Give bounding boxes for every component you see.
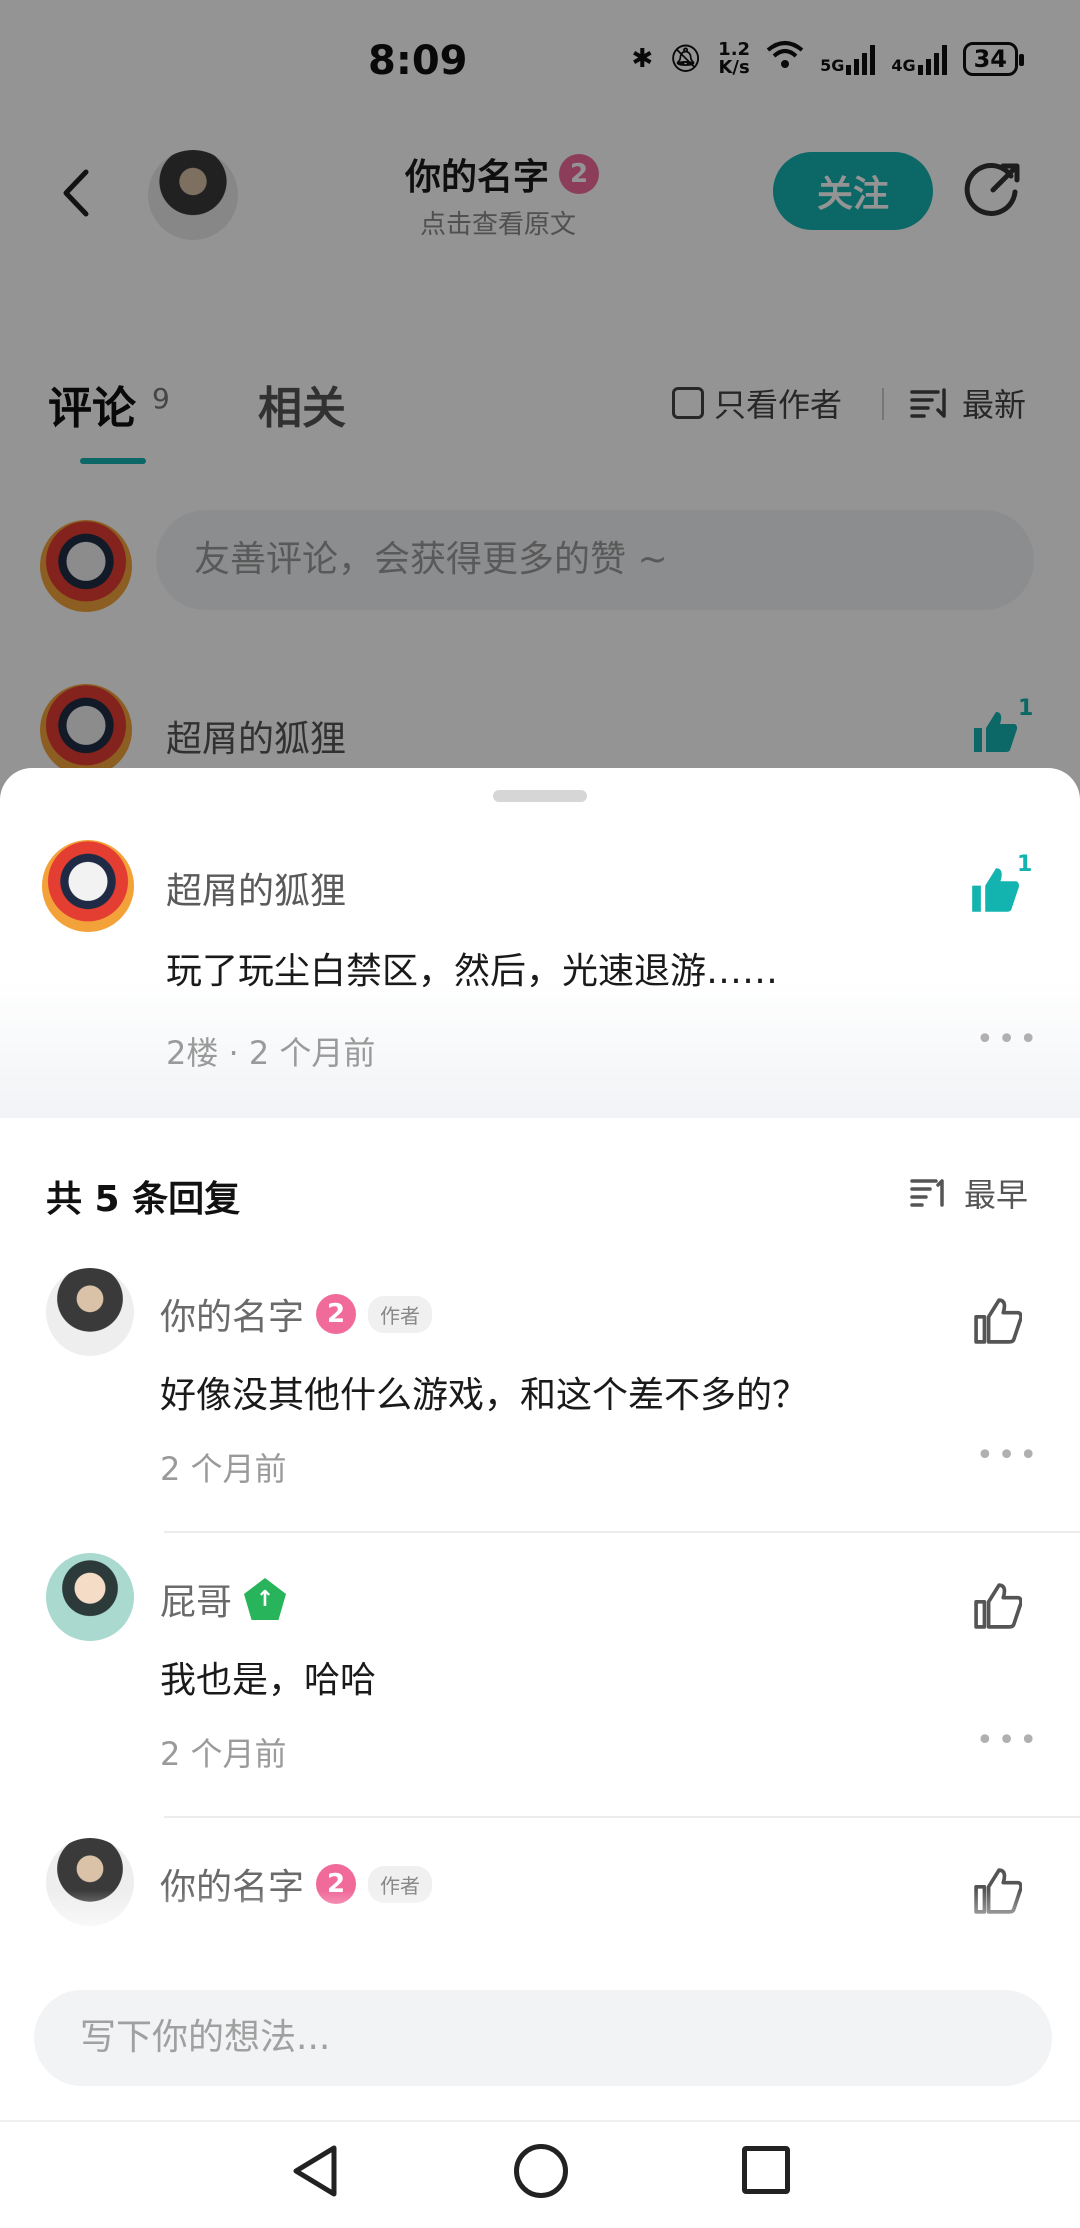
comment-text: 玩了玩尘白禁区，然后，光速退游…… [166, 951, 779, 992]
avatar[interactable] [46, 1553, 134, 1641]
reply-username-text: 你的名字 [160, 1297, 305, 1338]
replies-header: 共 5 条回复 最早 [0, 1118, 1080, 1248]
system-nav-bar [0, 2120, 1080, 2228]
reply-username[interactable]: 屁哥 ↑ [160, 1573, 287, 1625]
reply-username[interactable]: 你的名字 2 作者 [160, 1288, 433, 1340]
nav-home-icon[interactable] [514, 2144, 568, 2198]
comment-meta: 2楼 · 2 个月前 [166, 1034, 376, 1072]
sort-earliest-label: 最早 [964, 1176, 1029, 1214]
reply-input[interactable]: 写下你的想法... [34, 1990, 1052, 2086]
more-dots-icon[interactable]: ••• [976, 1022, 1041, 1057]
main-comment: 超屑的狐狸 玩了玩尘白禁区，然后，光速退游…… 2楼 · 2 个月前 1 ••• [0, 808, 1080, 1118]
avatar[interactable] [46, 1268, 134, 1356]
more-dots-icon[interactable]: ••• [976, 1723, 1041, 1758]
level-badge: 2 [316, 1294, 357, 1334]
thumbs-up-icon[interactable] [974, 1583, 1022, 1629]
sort-lines-icon [910, 1179, 944, 1207]
nav-back-icon[interactable] [290, 2144, 340, 2198]
reply-compose-bar: 写下你的想法... [0, 1890, 1080, 2120]
reply-text: 我也是，哈哈 [160, 1660, 377, 1701]
nav-recent-apps-icon[interactable] [742, 2146, 790, 2194]
sort-earliest-button[interactable]: 最早 [910, 1170, 1028, 1216]
level-up-badge-icon: ↑ [244, 1578, 287, 1620]
reply-time: 2 个月前 [160, 1735, 287, 1773]
thumbs-up-icon[interactable] [974, 1298, 1022, 1344]
reply-username-text: 屁哥 [160, 1582, 233, 1623]
dim-overlay[interactable] [0, 0, 1080, 800]
thumbs-up-icon[interactable] [970, 866, 1020, 914]
replies-count: 共 5 条回复 [46, 1179, 241, 1220]
comment-username[interactable]: 超屑的狐狸 [166, 862, 346, 914]
like-count: 1 [1017, 852, 1033, 877]
more-dots-icon[interactable]: ••• [976, 1438, 1041, 1473]
reply-item: 你的名字 2 作者 好像没其他什么游戏，和这个差不多的？ 2 个月前 ••• [0, 1248, 1080, 1533]
author-tag: 作者 [368, 1295, 433, 1333]
reply-time: 2 个月前 [160, 1450, 287, 1488]
avatar[interactable] [42, 840, 134, 932]
reply-item: 屁哥 ↑ 我也是，哈哈 2 个月前 ••• [0, 1533, 1080, 1818]
reply-text: 好像没其他什么游戏，和这个差不多的？ [160, 1375, 809, 1416]
drag-handle[interactable] [493, 790, 587, 802]
